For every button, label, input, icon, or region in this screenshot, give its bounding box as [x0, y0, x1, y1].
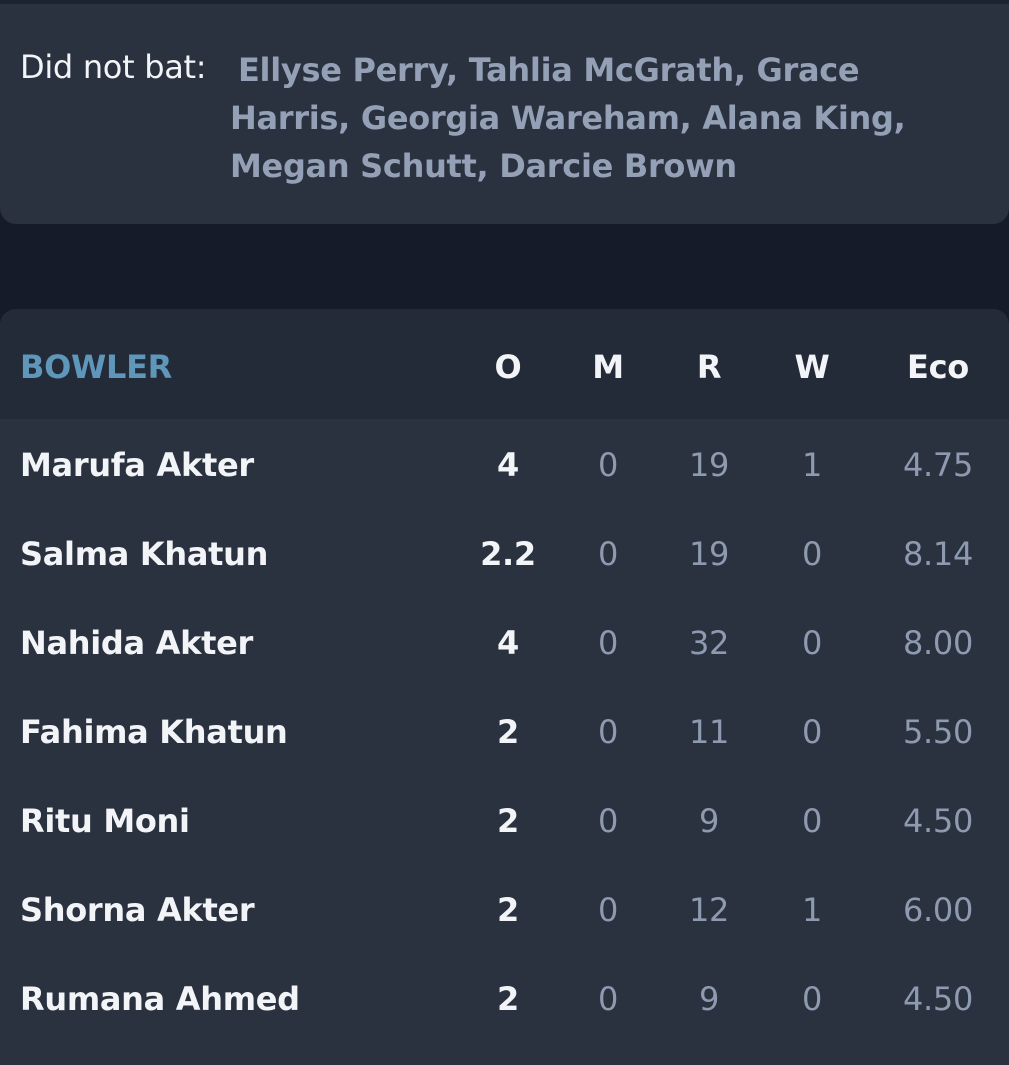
economy-value: 8.14	[902, 535, 974, 573]
table-row[interactable]: Rumana Ahmed 2 0 9 0 4.50	[0, 953, 1009, 1042]
bowling-table: BOWLER O M R W Eco Marufa Akter 4 0 19 1…	[0, 309, 1009, 1065]
did-not-bat-label: Did not bat:	[20, 48, 207, 86]
bowler-name[interactable]: Ritu Moni	[20, 801, 190, 841]
runs-value: 9	[698, 980, 720, 1018]
table-row[interactable]: Nahida Akter 4 0 32 0 8.00	[0, 597, 1009, 686]
table-row[interactable]: Ritu Moni 2 0 9 0 4.50	[0, 775, 1009, 864]
did-not-bat-names: Ellyse Perry, Tahlia McGrath, Grace Harr…	[230, 51, 906, 185]
header-wickets: W	[794, 348, 830, 386]
economy-value: 8.00	[902, 624, 974, 662]
scorecard-page: Did not bat: Ellyse Perry, Tahlia McGrat…	[0, 0, 1009, 1065]
wickets-value: 1	[801, 446, 823, 484]
bowler-name[interactable]: Salma Khatun	[20, 534, 268, 574]
header-economy: Eco	[907, 348, 969, 386]
runs-value: 11	[688, 713, 730, 751]
economy-value: 6.00	[902, 891, 974, 929]
header-runs: R	[696, 348, 722, 386]
runs-value: 32	[688, 624, 730, 662]
bowler-name[interactable]: Nahida Akter	[20, 623, 253, 663]
wickets-value: 1	[801, 891, 823, 929]
bowler-name[interactable]: Fahima Khatun	[20, 712, 288, 752]
bowling-table-header: BOWLER O M R W Eco	[0, 309, 1009, 419]
runs-value: 19	[688, 446, 730, 484]
table-row[interactable]: Fahima Khatun 2 0 11 0 5.50	[0, 686, 1009, 775]
economy-value: 4.50	[902, 802, 974, 840]
bowler-name[interactable]: Shorna Akter	[20, 890, 255, 930]
header-bowler: BOWLER	[20, 348, 172, 386]
wickets-value: 0	[801, 713, 823, 751]
wickets-value: 0	[801, 802, 823, 840]
table-row[interactable]: Salma Khatun 2.2 0 19 0 8.14	[0, 508, 1009, 597]
wickets-value: 0	[801, 980, 823, 1018]
table-row[interactable]: Shorna Akter 2 0 12 1 6.00	[0, 864, 1009, 953]
bowler-name[interactable]: Rumana Ahmed	[20, 979, 300, 1019]
economy-value: 4.50	[902, 980, 974, 1018]
bowling-rows: Marufa Akter 4 0 19 1 4.75 Salma Khatun …	[0, 419, 1009, 1042]
wickets-value: 0	[801, 624, 823, 662]
runs-value: 9	[698, 802, 720, 840]
bowler-name[interactable]: Marufa Akter	[20, 445, 254, 485]
runs-value: 12	[688, 891, 730, 929]
table-row[interactable]: Marufa Akter 4 0 19 1 4.75	[0, 419, 1009, 508]
wickets-value: 0	[801, 535, 823, 573]
economy-value: 4.75	[902, 446, 974, 484]
did-not-bat-card: Did not bat: Ellyse Perry, Tahlia McGrat…	[0, 0, 1009, 224]
economy-value: 5.50	[902, 713, 974, 751]
runs-value: 19	[688, 535, 730, 573]
